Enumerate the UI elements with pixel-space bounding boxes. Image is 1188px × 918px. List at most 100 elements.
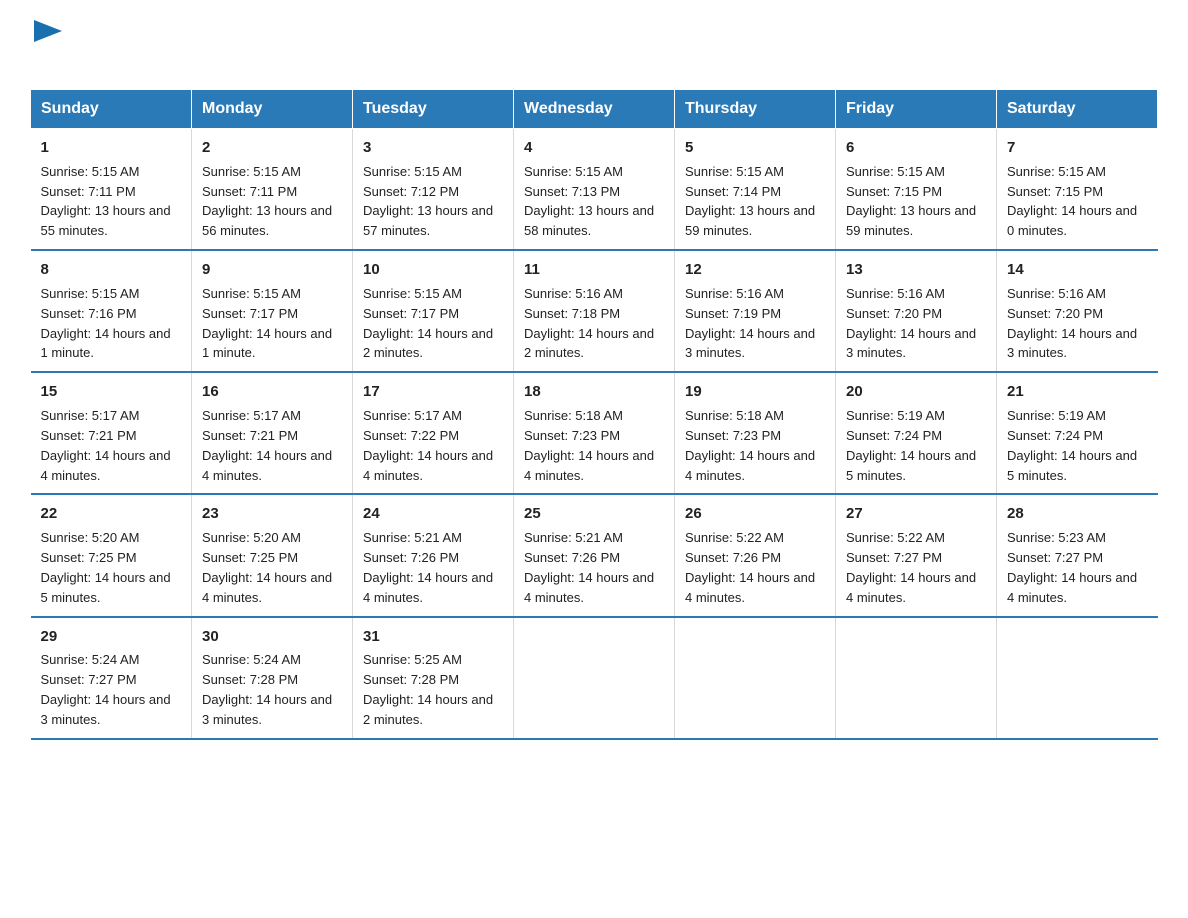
day-number: 10 (363, 259, 503, 281)
day-number: 29 (41, 626, 182, 648)
header-thursday: Thursday (675, 90, 836, 129)
day-info: Sunrise: 5:19 AMSunset: 7:24 PMDaylight:… (1007, 408, 1137, 483)
day-number: 28 (1007, 503, 1148, 525)
day-info: Sunrise: 5:15 AMSunset: 7:17 PMDaylight:… (363, 286, 493, 361)
header-tuesday: Tuesday (353, 90, 514, 129)
day-info: Sunrise: 5:17 AMSunset: 7:21 PMDaylight:… (202, 408, 332, 483)
week-row-3: 15 Sunrise: 5:17 AMSunset: 7:21 PMDayligh… (31, 372, 1158, 494)
header-wednesday: Wednesday (514, 90, 675, 129)
day-cell-27: 27 Sunrise: 5:22 AMSunset: 7:27 PMDayligh… (836, 494, 997, 616)
day-info: Sunrise: 5:20 AMSunset: 7:25 PMDaylight:… (202, 530, 332, 605)
empty-cell (836, 617, 997, 739)
day-number: 13 (846, 259, 986, 281)
day-info: Sunrise: 5:15 AMSunset: 7:15 PMDaylight:… (846, 164, 976, 239)
day-info: Sunrise: 5:18 AMSunset: 7:23 PMDaylight:… (685, 408, 815, 483)
day-number: 14 (1007, 259, 1148, 281)
day-cell-31: 31 Sunrise: 5:25 AMSunset: 7:28 PMDayligh… (353, 617, 514, 739)
day-number: 24 (363, 503, 503, 525)
day-cell-19: 19 Sunrise: 5:18 AMSunset: 7:23 PMDayligh… (675, 372, 836, 494)
day-info: Sunrise: 5:25 AMSunset: 7:28 PMDaylight:… (363, 652, 493, 727)
day-info: Sunrise: 5:15 AMSunset: 7:15 PMDaylight:… (1007, 164, 1137, 239)
day-number: 21 (1007, 381, 1148, 403)
day-info: Sunrise: 5:21 AMSunset: 7:26 PMDaylight:… (524, 530, 654, 605)
day-cell-16: 16 Sunrise: 5:17 AMSunset: 7:21 PMDayligh… (192, 372, 353, 494)
day-cell-3: 3 Sunrise: 5:15 AMSunset: 7:12 PMDaylight… (353, 129, 514, 251)
day-cell-7: 7 Sunrise: 5:15 AMSunset: 7:15 PMDaylight… (997, 129, 1158, 251)
day-info: Sunrise: 5:15 AMSunset: 7:11 PMDaylight:… (202, 164, 332, 239)
day-info: Sunrise: 5:19 AMSunset: 7:24 PMDaylight:… (846, 408, 976, 483)
day-info: Sunrise: 5:23 AMSunset: 7:27 PMDaylight:… (1007, 530, 1137, 605)
day-info: Sunrise: 5:16 AMSunset: 7:19 PMDaylight:… (685, 286, 815, 361)
day-cell-9: 9 Sunrise: 5:15 AMSunset: 7:17 PMDaylight… (192, 250, 353, 372)
header-monday: Monday (192, 90, 353, 129)
day-info: Sunrise: 5:15 AMSunset: 7:14 PMDaylight:… (685, 164, 815, 239)
week-row-4: 22 Sunrise: 5:20 AMSunset: 7:25 PMDayligh… (31, 494, 1158, 616)
day-number: 16 (202, 381, 342, 403)
logo (30, 20, 62, 79)
header-saturday: Saturday (997, 90, 1158, 129)
day-number: 30 (202, 626, 342, 648)
day-cell-10: 10 Sunrise: 5:15 AMSunset: 7:17 PMDayligh… (353, 250, 514, 372)
day-number: 5 (685, 137, 825, 159)
day-number: 4 (524, 137, 664, 159)
day-info: Sunrise: 5:24 AMSunset: 7:28 PMDaylight:… (202, 652, 332, 727)
day-number: 18 (524, 381, 664, 403)
calendar-header-row: SundayMondayTuesdayWednesdayThursdayFrid… (31, 90, 1158, 129)
day-number: 7 (1007, 137, 1148, 159)
day-cell-25: 25 Sunrise: 5:21 AMSunset: 7:26 PMDayligh… (514, 494, 675, 616)
day-cell-8: 8 Sunrise: 5:15 AMSunset: 7:16 PMDaylight… (31, 250, 192, 372)
empty-cell (514, 617, 675, 739)
day-number: 8 (41, 259, 182, 281)
day-info: Sunrise: 5:15 AMSunset: 7:17 PMDaylight:… (202, 286, 332, 361)
day-info: Sunrise: 5:15 AMSunset: 7:11 PMDaylight:… (41, 164, 171, 239)
page-header (30, 20, 1158, 79)
day-cell-13: 13 Sunrise: 5:16 AMSunset: 7:20 PMDayligh… (836, 250, 997, 372)
day-number: 31 (363, 626, 503, 648)
day-cell-20: 20Sunrise: 5:19 AMSunset: 7:24 PMDayligh… (836, 372, 997, 494)
day-number: 6 (846, 137, 986, 159)
day-cell-2: 2Sunrise: 5:15 AMSunset: 7:11 PMDaylight… (192, 129, 353, 251)
day-info: Sunrise: 5:24 AMSunset: 7:27 PMDaylight:… (41, 652, 171, 727)
day-cell-21: 21 Sunrise: 5:19 AMSunset: 7:24 PMDayligh… (997, 372, 1158, 494)
calendar-table: SundayMondayTuesdayWednesdayThursdayFrid… (30, 89, 1158, 740)
day-number: 22 (41, 503, 182, 525)
day-number: 9 (202, 259, 342, 281)
day-cell-22: 22 Sunrise: 5:20 AMSunset: 7:25 PMDayligh… (31, 494, 192, 616)
day-cell-5: 5 Sunrise: 5:15 AMSunset: 7:14 PMDaylight… (675, 129, 836, 251)
logo-arrow-icon (34, 20, 62, 42)
day-number: 3 (363, 137, 503, 159)
day-number: 17 (363, 381, 503, 403)
day-cell-26: 26Sunrise: 5:22 AMSunset: 7:26 PMDayligh… (675, 494, 836, 616)
day-info: Sunrise: 5:17 AMSunset: 7:22 PMDaylight:… (363, 408, 493, 483)
day-info: Sunrise: 5:16 AMSunset: 7:20 PMDaylight:… (846, 286, 976, 361)
day-info: Sunrise: 5:22 AMSunset: 7:26 PMDaylight:… (685, 530, 815, 605)
day-cell-15: 15Sunrise: 5:17 AMSunset: 7:21 PMDayligh… (31, 372, 192, 494)
day-info: Sunrise: 5:15 AMSunset: 7:16 PMDaylight:… (41, 286, 171, 361)
day-info: Sunrise: 5:22 AMSunset: 7:27 PMDaylight:… (846, 530, 976, 605)
day-number: 11 (524, 259, 664, 281)
day-number: 15 (41, 381, 182, 403)
day-cell-14: 14 Sunrise: 5:16 AMSunset: 7:20 PMDayligh… (997, 250, 1158, 372)
header-friday: Friday (836, 90, 997, 129)
day-info: Sunrise: 5:16 AMSunset: 7:18 PMDaylight:… (524, 286, 654, 361)
week-row-1: 1Sunrise: 5:15 AMSunset: 7:11 PMDaylight… (31, 129, 1158, 251)
day-info: Sunrise: 5:16 AMSunset: 7:20 PMDaylight:… (1007, 286, 1137, 361)
day-number: 27 (846, 503, 986, 525)
day-cell-29: 29 Sunrise: 5:24 AMSunset: 7:27 PMDayligh… (31, 617, 192, 739)
day-info: Sunrise: 5:15 AMSunset: 7:12 PMDaylight:… (363, 164, 493, 239)
day-number: 25 (524, 503, 664, 525)
day-cell-24: 24Sunrise: 5:21 AMSunset: 7:26 PMDayligh… (353, 494, 514, 616)
day-info: Sunrise: 5:20 AMSunset: 7:25 PMDaylight:… (41, 530, 171, 605)
empty-cell (675, 617, 836, 739)
day-cell-30: 30 Sunrise: 5:24 AMSunset: 7:28 PMDayligh… (192, 617, 353, 739)
day-cell-1: 1Sunrise: 5:15 AMSunset: 7:11 PMDaylight… (31, 129, 192, 251)
day-cell-4: 4Sunrise: 5:15 AMSunset: 7:13 PMDaylight… (514, 129, 675, 251)
day-cell-12: 12 Sunrise: 5:16 AMSunset: 7:19 PMDayligh… (675, 250, 836, 372)
day-cell-11: 11 Sunrise: 5:16 AMSunset: 7:18 PMDayligh… (514, 250, 675, 372)
day-info: Sunrise: 5:18 AMSunset: 7:23 PMDaylight:… (524, 408, 654, 483)
day-number: 12 (685, 259, 825, 281)
week-row-5: 29 Sunrise: 5:24 AMSunset: 7:27 PMDayligh… (31, 617, 1158, 739)
header-sunday: Sunday (31, 90, 192, 129)
day-number: 19 (685, 381, 825, 403)
day-cell-23: 23Sunrise: 5:20 AMSunset: 7:25 PMDayligh… (192, 494, 353, 616)
